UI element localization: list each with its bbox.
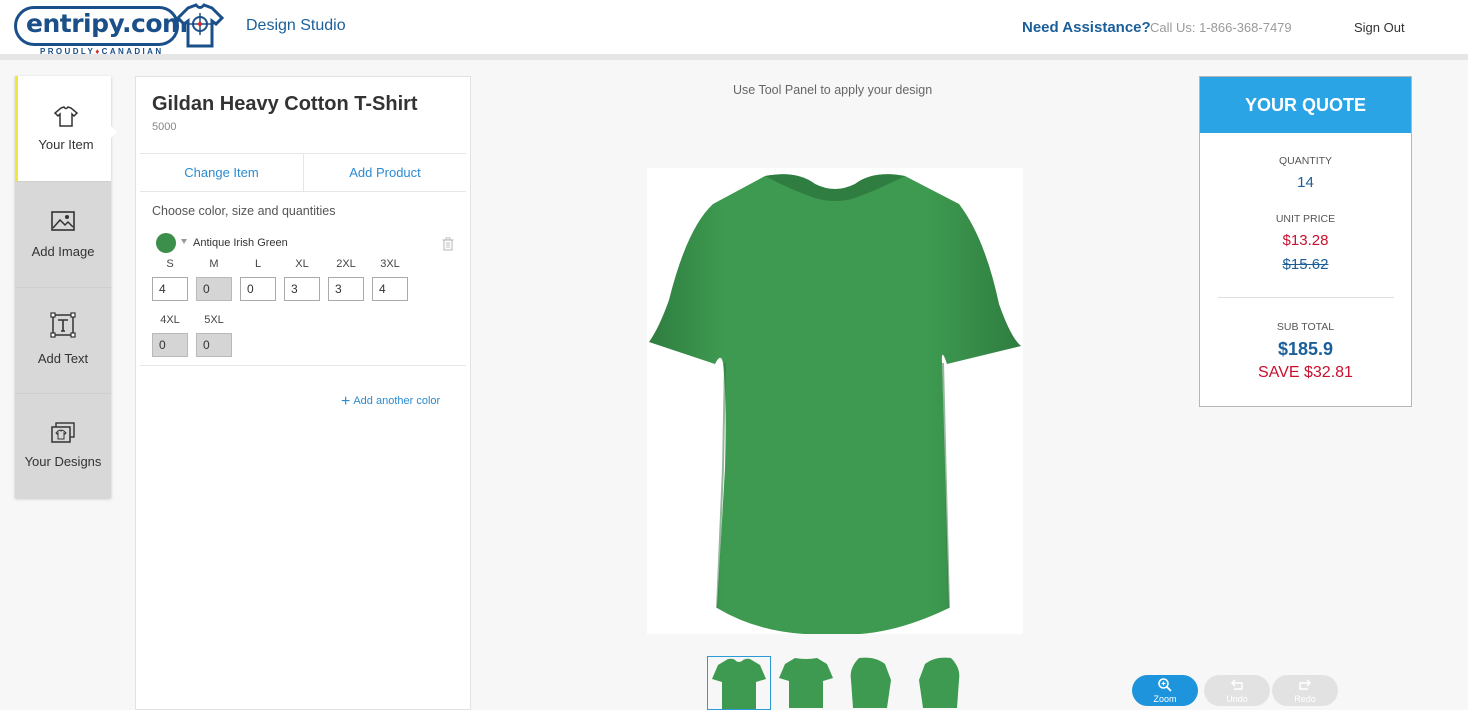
quote-divider [1218,297,1394,298]
tshirt-front-image[interactable] [647,168,1023,634]
redo-button[interactable]: Redo [1272,675,1338,706]
thumbnail-back-image [779,658,833,708]
quantity-label: QUANTITY [1278,155,1333,167]
item-tabs: Change Item Add Product [140,153,466,192]
size-label-5xl: 5XL [204,314,224,326]
quote-box: YOUR QUOTE QUANTITY 14 UNIT PRICE $13.28… [1199,76,1412,407]
canvas-hint: Use Tool Panel to apply your design [733,83,933,97]
size-label-3xl: 3XL [380,258,400,270]
add-color-label: Add another color [353,395,441,407]
tool-add-text[interactable]: Add Text [15,288,111,394]
tool-add-image[interactable]: Add Image [15,182,111,288]
zoom-label: Zoom [1153,694,1177,704]
thumbnail-left-image [850,657,891,708]
sub-total-label: SUB TOTAL [1276,321,1335,333]
thumbnail-right-image [919,657,960,708]
logo-text: entripy.com [26,9,188,38]
color-name: Antique Irish Green [193,237,288,249]
tool-label: Your Item [38,137,94,152]
need-assistance-link[interactable]: Need Assistance? [1022,19,1151,36]
designs-icon [51,422,75,443]
product-title: Gildan Heavy Cotton T-Shirt [152,93,418,115]
thumbnail-front-image [712,658,766,709]
change-item-button[interactable]: Change Item [140,154,303,192]
qty-input-2xl[interactable]: 3 [328,277,364,301]
redo-icon [1299,679,1312,690]
color-swatch[interactable] [156,233,176,253]
choose-instructions: Choose color, size and quantities [152,204,336,218]
color-dropdown-caret-icon[interactable] [181,239,187,244]
add-product-button[interactable]: Add Product [303,154,466,192]
savings-value: SAVE $32.81 [1258,364,1353,381]
text-icon [50,312,76,338]
qty-input-4xl[interactable]: 0 [152,333,188,357]
sub-total-value: $185.9 [1277,339,1334,359]
size-label-2xl: 2XL [336,258,356,270]
logo-tagline: PROUDLY♦CANADIAN [40,47,164,56]
tool-your-designs[interactable]: Your Designs [15,394,111,500]
zoom-icon [1158,678,1172,692]
tool-your-item[interactable]: Your Item [15,76,111,182]
unit-price-value: $13.28 [1282,232,1329,249]
size-label-xl: XL [295,258,309,270]
size-label-m: M [209,258,219,270]
logo-shirt-icon [175,3,225,48]
add-another-color-link[interactable]: + Add another color [341,393,440,411]
size-label-l: L [254,258,262,270]
tool-rail: Your Item Add Image Add Text Your Design… [15,76,111,498]
thumbnail-left-sleeve[interactable] [841,656,905,710]
undo-icon [1230,679,1243,690]
tool-label: Add Image [31,244,95,259]
top-header: entripy.com PROUDLY♦CANADIAN Design Stud… [0,0,1468,60]
size-label-s: S [166,258,174,270]
quote-title: YOUR QUOTE [1200,77,1411,133]
entripy-logo[interactable]: entripy.com PROUDLY♦CANADIAN [14,3,225,58]
thumbnail-back[interactable] [775,656,839,710]
undo-button[interactable]: Undo [1204,675,1270,706]
qty-input-3xl[interactable]: 4 [372,277,408,301]
thumbnail-front[interactable] [707,656,771,710]
size-label-4xl: 4XL [160,314,180,326]
tshirt-icon [53,106,79,127]
thumbnail-right-sleeve[interactable] [907,656,971,710]
qty-input-m[interactable]: 0 [196,277,232,301]
unit-price-label: UNIT PRICE [1275,213,1336,225]
call-us-text: Call Us: 1-866-368-7479 [1150,20,1292,35]
image-icon [51,211,75,231]
redo-label: Redo [1294,694,1316,704]
tool-label: Your Designs [24,454,102,469]
item-panel: Gildan Heavy Cotton T-Shirt 5000 Change … [135,76,471,710]
trash-icon[interactable] [442,237,454,251]
tool-label: Add Text [37,351,89,366]
qty-input-xl[interactable]: 3 [284,277,320,301]
active-tool-pointer [110,125,117,139]
original-unit-price: $15.62 [1282,256,1329,273]
qty-input-5xl[interactable]: 0 [196,333,232,357]
qty-input-l[interactable]: 0 [240,277,276,301]
divider [140,365,466,366]
plus-icon: + [341,393,351,410]
qty-input-s[interactable]: 4 [152,277,188,301]
product-code: 5000 [152,121,177,133]
zoom-button[interactable]: Zoom [1132,675,1198,706]
undo-label: Undo [1226,694,1248,704]
sign-out-link[interactable]: Sign Out [1354,20,1405,35]
quantity-value: 14 [1297,174,1314,191]
design-studio-link[interactable]: Design Studio [246,17,346,35]
